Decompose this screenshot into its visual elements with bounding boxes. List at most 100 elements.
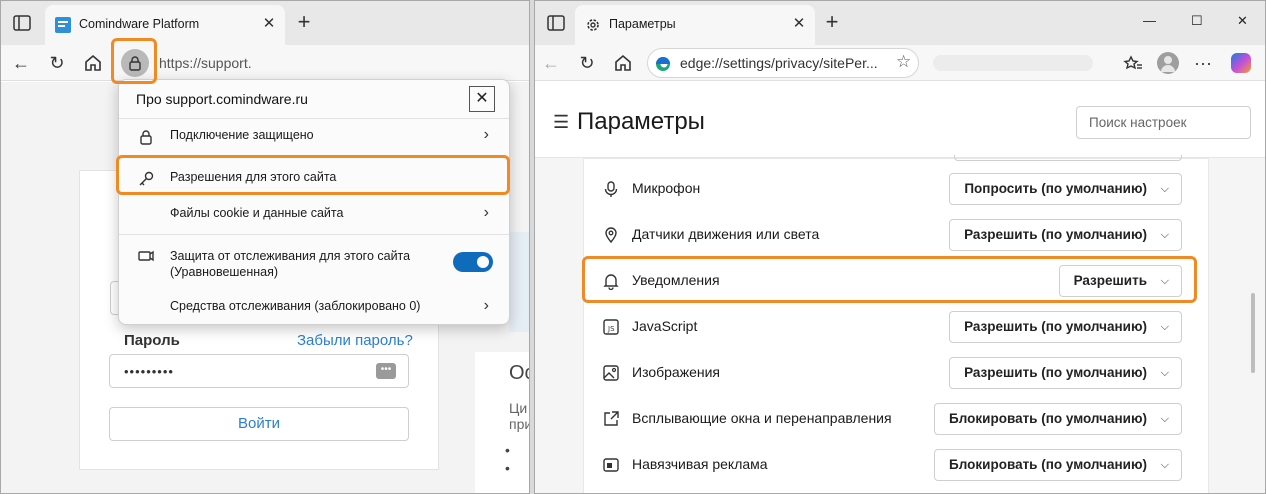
permission-dropdown[interactable]: Разрешить (по умолчанию) ⌵: [949, 219, 1182, 251]
side-text-line1: Ци: [509, 400, 528, 416]
blurred-extensions: [933, 55, 1093, 71]
more-options-icon[interactable]: ···: [1191, 51, 1215, 75]
popup-row-tracking: Защита от отслеживания для этого сайта (У…: [119, 238, 509, 286]
permission-label: Датчики движения или света: [632, 226, 820, 242]
permission-dropdown[interactable]: Блокировать (по умолчанию) ⌵: [934, 403, 1182, 435]
settings-search-input[interactable]: Поиск настроек: [1076, 106, 1251, 139]
highlight-notifications: [582, 256, 1197, 303]
menu-icon[interactable]: ☰: [553, 112, 569, 133]
close-tab-icon[interactable]: ✕: [789, 14, 809, 34]
home-icon[interactable]: [81, 51, 105, 75]
site-info-popup: Про support.comindware.ru ✕ Подключение …: [118, 79, 510, 325]
back-icon[interactable]: ←: [9, 51, 33, 75]
favorites-icon[interactable]: [1121, 51, 1145, 75]
permission-label: Навязчивая реклама: [632, 456, 768, 472]
permission-label: Микрофон: [632, 180, 701, 196]
side-info-panel: Ос Ци при • •: [475, 352, 530, 493]
chevron-down-icon: ⌵: [1160, 321, 1169, 333]
tab-comindware[interactable]: Comindware Platform ✕: [45, 5, 285, 45]
permission-dropdown[interactable]: Блокировать (по умолчанию) ⌵: [934, 449, 1182, 481]
favorite-star-icon[interactable]: ☆: [896, 52, 911, 72]
permission-dropdown[interactable]: Разрешить (по умолчанию) ⌵: [949, 357, 1182, 389]
highlight-site-info: [111, 38, 157, 84]
edge-logo-icon: [656, 57, 670, 71]
popup-row-label: Средства отслеживания (заблокировано 0): [170, 299, 421, 313]
new-tab-icon[interactable]: +: [820, 11, 844, 35]
chevron-down-icon: ⌵: [1160, 459, 1169, 471]
minimize-icon[interactable]: —: [1143, 13, 1156, 28]
tracking-toggle[interactable]: [453, 252, 493, 272]
forgot-password-link[interactable]: Забыли пароль?: [297, 332, 413, 349]
microphone-icon: [604, 181, 618, 197]
popup-row-label: Подключение защищено: [170, 128, 314, 142]
tab-bar: Параметры ✕ + — ☐ ✕: [535, 1, 1265, 45]
tab-settings[interactable]: Параметры ✕: [575, 5, 815, 45]
permission-row: Изображения Разрешить (по умолчанию) ⌵: [584, 350, 1208, 396]
side-heading: Ос: [509, 362, 529, 384]
permission-row: Навязчивая реклама Блокировать (по умолч…: [584, 442, 1208, 488]
close-icon[interactable]: ✕: [469, 86, 495, 112]
ad-icon: [603, 458, 619, 472]
popup-row-trackers[interactable]: Средства отслеживания (заблокировано 0) …: [119, 289, 509, 325]
copilot-icon[interactable]: [1231, 53, 1251, 73]
permission-dropdown[interactable]: Попросить (по умолчанию) ⌵: [949, 173, 1182, 205]
chevron-right-icon: ›: [483, 297, 489, 314]
password-label: Пароль: [124, 332, 180, 349]
address-bar-box[interactable]: edge://settings/privacy/sitePer... ☆: [647, 48, 919, 78]
new-tab-icon[interactable]: +: [292, 11, 316, 35]
settings-header: ☰ Параметры Поиск настроек: [535, 82, 1265, 158]
permission-label: Изображения: [632, 364, 720, 380]
scrollbar[interactable]: [1251, 293, 1255, 373]
login-button[interactable]: Войти: [109, 407, 409, 441]
permission-dropdown[interactable]: Разрешить (по умолчанию) ⌵: [949, 311, 1182, 343]
tab-bar: Comindware Platform ✕ +: [1, 1, 529, 45]
tab-title: Comindware Platform: [79, 17, 200, 31]
tab-actions-icon[interactable]: [545, 12, 567, 34]
permission-label: Всплывающие окна и перенаправления: [632, 410, 892, 426]
javascript-icon: JS: [603, 319, 619, 335]
chevron-down-icon: ⌵: [1160, 229, 1169, 241]
popup-row-label: Файлы cookie и данные сайта: [170, 206, 344, 220]
page-image: [509, 232, 529, 332]
home-icon[interactable]: [611, 51, 635, 75]
password-input[interactable]: ••••••••• •••: [109, 354, 409, 388]
tracking-prevention-icon: [138, 250, 154, 262]
image-icon: [603, 365, 619, 381]
tab-title: Параметры: [609, 17, 676, 31]
right-browser-window: Параметры ✕ + — ☐ ✕ ← ↻ edge://settings/…: [534, 0, 1266, 494]
side-text-line2: при: [509, 416, 530, 432]
browser-toolbar: ← ↻ edge://settings/privacy/sitePer... ☆…: [535, 45, 1265, 81]
popup-icon: [604, 411, 619, 426]
lock-icon: [140, 130, 152, 145]
refresh-icon[interactable]: ↻: [575, 51, 599, 75]
highlight-permissions: [116, 155, 510, 195]
address-url: edge://settings/privacy/sitePer...: [680, 55, 878, 71]
page-title: Параметры: [577, 108, 705, 135]
svg-text:JS: JS: [607, 325, 615, 333]
side-bullet: •: [505, 442, 510, 458]
settings-body: Микрофон Попросить (по умолчанию) ⌵ Датчи…: [535, 155, 1265, 493]
popup-row-label: Защита от отслеживания для этого сайта (У…: [170, 249, 411, 279]
close-window-icon[interactable]: ✕: [1237, 13, 1248, 29]
permission-row: JS JavaScript Разрешить (по умолчанию) ⌵: [584, 304, 1208, 350]
address-bar[interactable]: https://support.: [159, 50, 252, 76]
password-manager-icon[interactable]: •••: [376, 363, 396, 379]
left-browser-window: Comindware Platform ✕ + ← ↻ https://supp…: [0, 0, 530, 494]
gear-icon: [587, 19, 599, 31]
back-icon[interactable]: ←: [539, 51, 563, 75]
permission-row: Всплывающие окна и перенаправления Блоки…: [584, 396, 1208, 442]
permission-row: Микрофон Попросить (по умолчанию) ⌵: [584, 166, 1208, 212]
chevron-down-icon: ⌵: [1160, 183, 1169, 195]
chevron-down-icon: ⌵: [1160, 367, 1169, 379]
tab-actions-icon[interactable]: [11, 12, 33, 34]
refresh-icon[interactable]: ↻: [45, 51, 69, 75]
popup-row-cookies[interactable]: Файлы cookie и данные сайта ›: [119, 196, 509, 232]
dropdown-partial: [954, 155, 1182, 161]
chevron-right-icon: ›: [483, 204, 489, 221]
popup-row-connection[interactable]: Подключение защищено ›: [119, 118, 509, 154]
close-tab-icon[interactable]: ✕: [259, 14, 279, 34]
profile-avatar[interactable]: [1157, 52, 1179, 74]
permission-row: Датчики движения или света Разрешить (по…: [584, 212, 1208, 258]
maximize-icon[interactable]: ☐: [1191, 13, 1203, 29]
chevron-down-icon: ⌵: [1160, 413, 1169, 425]
